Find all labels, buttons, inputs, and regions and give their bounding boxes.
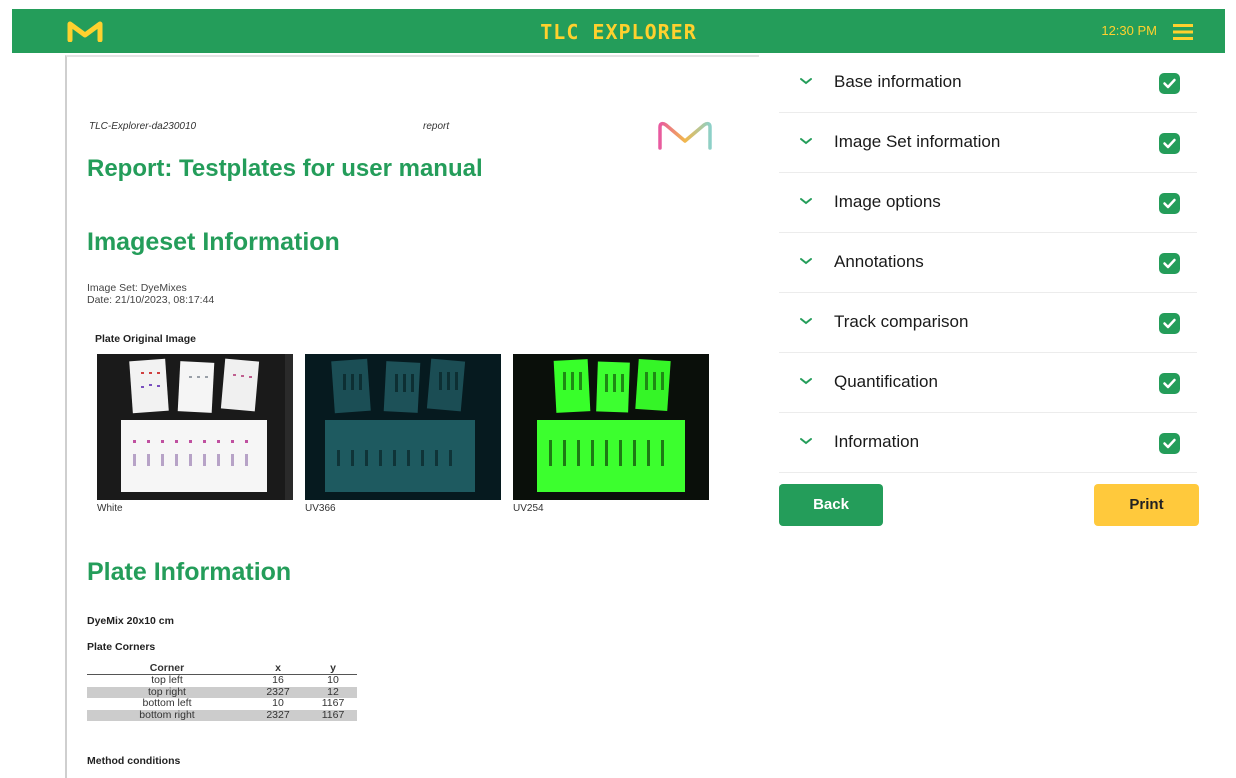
checkbox-checked-icon[interactable] (1159, 73, 1180, 94)
x-cell: 10 (272, 697, 284, 709)
section-image-options[interactable]: Image options (779, 173, 1197, 233)
section-label: Image options (834, 192, 941, 211)
table-row: bottom left 10 1167 (87, 697, 357, 710)
y-cell: 1167 (321, 697, 345, 709)
section-track-comparison[interactable]: Track comparison (779, 293, 1197, 353)
hamburger-menu-icon[interactable] (1173, 24, 1193, 40)
plate-corners-label: Plate Corners (87, 641, 156, 653)
corner-cell: top left (151, 674, 183, 686)
checkbox-checked-icon[interactable] (1159, 373, 1180, 394)
plate-caption-white: White (97, 503, 123, 514)
y-cell: 10 (327, 674, 339, 686)
y-cell: 1167 (309, 709, 357, 721)
print-button[interactable]: Print (1094, 484, 1199, 526)
chevron-down-icon (800, 78, 812, 85)
clock: 12:30 PM (1101, 23, 1157, 38)
section-label: Annotations (834, 252, 924, 271)
section-label: Base information (834, 72, 962, 91)
report-document-id: TLC-Explorer-da230010 (89, 121, 197, 132)
checkbox-checked-icon[interactable] (1159, 313, 1180, 334)
chevron-down-icon (800, 198, 812, 205)
chevron-down-icon (800, 138, 812, 145)
column-header-y: y (309, 663, 357, 675)
section-label: Track comparison (834, 312, 969, 331)
imageset-heading: Imageset Information (87, 228, 340, 256)
checkbox-checked-icon[interactable] (1159, 433, 1180, 454)
image-set-date: Date: 21/10/2023, 08:17:44 (87, 294, 215, 306)
plate-name: DyeMix 20x10 cm (87, 615, 174, 627)
report-title: Report: Testplates for user manual (87, 155, 483, 182)
table-row: bottom right 2327 1167 (87, 709, 357, 721)
table-header-row: Corner x y (87, 663, 357, 675)
merck-logo-icon (658, 121, 712, 150)
corner-cell: bottom right (87, 709, 247, 721)
section-base-information[interactable]: Base information (779, 53, 1197, 113)
plate-caption-uv254: UV254 (513, 503, 544, 514)
section-image-set-information[interactable]: Image Set information (779, 113, 1197, 173)
plate-corners-table: Corner x y top left 16 10 top right 2327… (87, 663, 357, 721)
checkbox-checked-icon[interactable] (1159, 133, 1180, 154)
report-preview[interactable]: TLC-Explorer-da230010 report Report: Tes… (65, 55, 759, 778)
back-button[interactable]: Back (779, 484, 883, 526)
report-sections-panel: Base information Image Set information I… (779, 53, 1197, 473)
section-quantification[interactable]: Quantification (779, 353, 1197, 413)
chevron-down-icon (800, 318, 812, 325)
report-document-kind: report (423, 121, 450, 132)
section-label: Image Set information (834, 132, 1001, 151)
column-header-x: x (247, 663, 309, 675)
top-app-bar: TLC EXPLORER 12:30 PM (12, 9, 1225, 53)
chevron-down-icon (800, 378, 812, 385)
image-set-name: Image Set: DyeMixes (87, 282, 187, 294)
plate-image-uv254 (513, 354, 709, 500)
chevron-down-icon (800, 438, 812, 445)
plate-image-uv366 (305, 354, 501, 500)
x-cell: 16 (272, 674, 284, 686)
imageset-meta: Image Set: DyeMixes Date: 21/10/2023, 08… (87, 282, 214, 306)
plate-information-heading: Plate Information (87, 558, 292, 586)
section-label: Information (834, 432, 920, 451)
x-cell: 2327 (247, 709, 309, 721)
section-annotations[interactable]: Annotations (779, 233, 1197, 293)
app-title: TLC EXPLORER (540, 20, 697, 44)
method-conditions-label: Method conditions (87, 755, 181, 767)
section-information[interactable]: Information (779, 413, 1197, 473)
column-header-corner: Corner (87, 663, 247, 675)
table-row: top left 16 10 (87, 674, 357, 687)
chevron-down-icon (800, 258, 812, 265)
plate-caption-uv366: UV366 (305, 503, 336, 514)
corner-cell: bottom left (142, 697, 192, 709)
plate-original-label: Plate Original Image (95, 333, 196, 345)
plate-image-white (97, 354, 293, 500)
checkbox-checked-icon[interactable] (1159, 193, 1180, 214)
section-label: Quantification (834, 372, 938, 391)
table-row: top right 2327 12 (87, 686, 357, 698)
checkbox-checked-icon[interactable] (1159, 253, 1180, 274)
